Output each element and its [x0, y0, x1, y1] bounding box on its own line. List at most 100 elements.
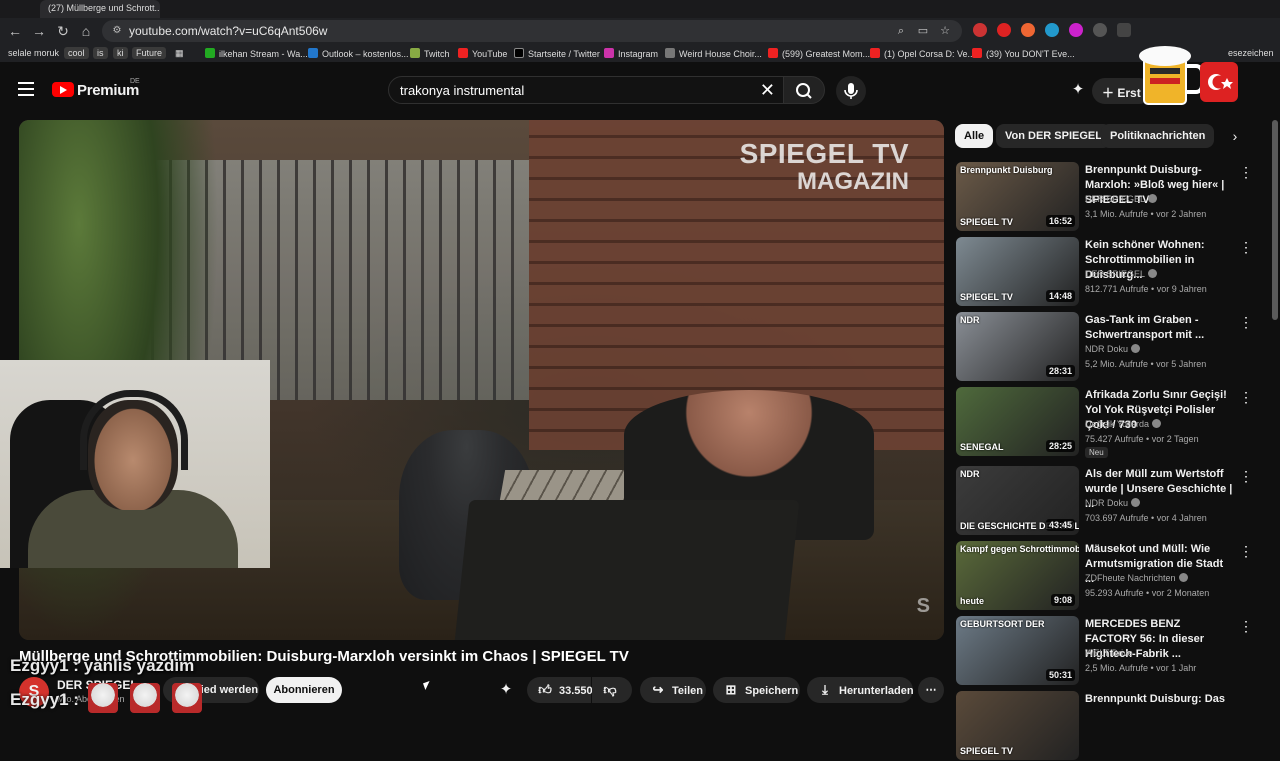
browser-tab[interactable]: (27) Müllberge und Schrott... [40, 0, 160, 18]
video-thumbnail[interactable]: SPIEGEL TV [956, 691, 1079, 760]
more-options-icon[interactable]: ⋮ [1239, 618, 1253, 634]
bookmark-item[interactable]: Instagram [604, 48, 658, 59]
video-duration: 50:31 [1045, 669, 1075, 681]
extension-icon[interactable] [1021, 23, 1035, 37]
zoom-icon[interactable]: ⌕ [894, 24, 908, 38]
extension-icon[interactable] [1045, 23, 1059, 37]
extension-icon[interactable] [973, 23, 987, 37]
bookmark-item[interactable]: is [93, 47, 108, 59]
chip-politics[interactable]: Politiknachrichten [1101, 124, 1215, 148]
home-icon[interactable]: ⌂ [77, 22, 95, 40]
outlook-icon [308, 48, 318, 58]
bookmark-item[interactable]: (1) Opel Corsa D: Ve... [870, 48, 975, 59]
save-button[interactable]: ⊞ Speichern [713, 677, 800, 703]
video-thumbnail[interactable]: NDR 28:31 [956, 312, 1079, 381]
extension-icon[interactable] [997, 23, 1011, 37]
extension-icon[interactable] [1069, 23, 1083, 37]
recommendation-item[interactable]: Kampf gegen Schrottimmobilien und Sozial… [956, 541, 1256, 611]
bookmark-item[interactable]: (599) Greatest Mom... [768, 48, 870, 59]
bookmark-item[interactable]: cool [64, 47, 89, 59]
forward-icon[interactable]: → [30, 22, 48, 40]
recommendation-item[interactable]: SENEGAL 28:25 Afrikada Zorlu Sınır Geçişi!… [956, 387, 1256, 458]
thumbnail-label: SPIEGEL TV [960, 746, 1013, 756]
more-options-icon[interactable]: ⋮ [1239, 543, 1253, 559]
more-options-icon[interactable]: ⋮ [1239, 314, 1253, 330]
video-thumbnail[interactable]: GEBURTSORT DER 50:31 [956, 616, 1079, 685]
recommendation-item[interactable]: NDR 28:31 Gas-Tank im Graben - Schwertrans… [956, 312, 1256, 382]
chip-all[interactable]: Alle [955, 124, 994, 148]
recommendation-item[interactable]: Brennpunkt Duisburg SPIEGEL TV 16:52 Brennp… [956, 162, 1256, 232]
sparkle-icon[interactable]: ✦ [497, 681, 515, 699]
bookmark-item[interactable]: Outlook – kostenlos... [308, 48, 409, 59]
bookmark-item[interactable]: selale moruk [8, 48, 59, 58]
thumbs-up-icon: 👍︎ [538, 682, 552, 697]
video-thumbnail[interactable]: SPIEGEL TV 14:48 [956, 237, 1079, 306]
cat-emote-icon [130, 683, 160, 713]
thumbnail-top-text: NDR [960, 469, 980, 479]
more-options-icon[interactable]: ⋮ [1239, 468, 1253, 484]
video-thumbnail[interactable]: Brennpunkt Duisburg SPIEGEL TV 16:52 [956, 162, 1079, 231]
bookmark-star-icon[interactable]: ☆ [938, 24, 952, 38]
spiegel-corner-mark: S [916, 595, 930, 617]
chip-from-channel[interactable]: Von DER SPIEGEL [996, 124, 1111, 148]
recommendation-channel[interactable]: NDR Doku [1085, 498, 1141, 508]
bookmark-item[interactable]: ki [113, 47, 128, 59]
scrollbar[interactable] [1272, 120, 1278, 320]
extension-icon[interactable] [1093, 23, 1107, 37]
bookmark-item[interactable]: (39) You DON'T Eve... [972, 48, 1075, 59]
youtube-icon [972, 48, 982, 58]
recommendation-item[interactable]: SPIEGEL TV 14:48 Kein schöner Wohnen: Schr… [956, 237, 1256, 307]
share-button[interactable]: ↪ Teilen [640, 677, 706, 703]
country-code: DE [130, 78, 140, 85]
recommendation-meta: 5,2 Mio. Aufrufe • vor 5 Jahren [1085, 359, 1207, 369]
menu-icon[interactable] [18, 82, 34, 96]
bookmark-item[interactable]: Weird House Choir... [665, 48, 762, 59]
recommendation-item[interactable]: GEBURTSORT DER 50:31 MERCEDES BENZ FACTORY… [956, 616, 1256, 686]
reload-icon[interactable]: ↻ [54, 22, 72, 40]
extensions-puzzle-icon[interactable] [1117, 23, 1131, 37]
voice-search-button[interactable] [836, 76, 866, 106]
more-options-icon[interactable]: ⋮ [1239, 389, 1253, 405]
bookmark-item[interactable]: Twitch [410, 48, 450, 59]
cast-icon[interactable]: ▭ [916, 24, 930, 38]
recommendation-channel[interactable]: NDR Doku [1085, 344, 1141, 354]
recommendation-item[interactable]: SPIEGEL TV Brennpunkt Duisburg: Das [956, 691, 1256, 761]
bookmark-item[interactable]: ilkehan Stream - Wa... [205, 48, 308, 59]
site-info-icon[interactable]: ⚙ [110, 24, 124, 38]
bookmark-item[interactable]: Future [132, 47, 167, 59]
video-thumbnail[interactable]: Kampf gegen Schrottimmobilien und Sozial… [956, 541, 1079, 610]
recommendation-channel[interactable]: DER SPIEGEL [1085, 269, 1158, 279]
recommendation-meta: 2,5 Mio. Aufrufe • vor 1 Jahr [1085, 663, 1197, 673]
recommendation-channel[interactable]: Değişik Yollarda [1085, 419, 1162, 429]
recommendation-channel[interactable]: ZDFheute Nachrichten [1085, 573, 1188, 583]
bookmark-item[interactable]: Startseite / Twitter [514, 48, 600, 59]
tab-strip: (27) Müllberge und Schrott... [0, 0, 1280, 18]
address-bar[interactable]: ⚙ youtube.com/watch?v=uC6qAnt506w ⌕ ▭ ☆ [102, 20, 962, 42]
recommendation-channel[interactable]: WELT Drive [1085, 648, 1133, 658]
apps-grid-icon[interactable]: ▦ [175, 48, 184, 59]
back-icon[interactable]: ← [6, 22, 24, 40]
recommendation-meta: 95.293 Aufrufe • vor 2 Monaten [1085, 588, 1210, 598]
verified-check-icon [1178, 573, 1188, 582]
download-button[interactable]: ⤓ Herunterladen [807, 677, 914, 703]
recommendation-title[interactable]: Brennpunkt Duisburg: Das [1085, 692, 1235, 707]
youtube-icon [870, 48, 880, 58]
more-options-icon[interactable]: ⋮ [1239, 164, 1253, 180]
save-icon: ⊞ [725, 682, 737, 697]
dislike-button[interactable]: 👎︎ [592, 677, 632, 703]
subscribe-button[interactable]: Abonnieren [266, 677, 342, 703]
video-thumbnail[interactable]: NDRDIE GESCHICHTE DER MÜLLABFUHR43:45 [956, 466, 1079, 535]
search-button[interactable] [783, 76, 825, 104]
bookmark-item[interactable]: YouTube [458, 48, 507, 59]
more-actions-icon[interactable]: ⋯ [918, 677, 944, 703]
more-options-icon[interactable]: ⋮ [1239, 239, 1253, 255]
recommendation-channel[interactable]: DER SPIEGEL [1085, 194, 1158, 204]
recommendation-title[interactable]: Gas-Tank im Graben - Schwertransport mit… [1085, 313, 1235, 343]
search-input[interactable]: trakonya instrumental ✕ [388, 76, 784, 104]
sparkle-icon[interactable]: ✦ [1068, 80, 1088, 100]
chevron-right-icon[interactable]: › [1223, 124, 1247, 148]
recommendation-item[interactable]: NDRDIE GESCHICHTE DER MÜLLABFUHR43:45Als… [956, 466, 1256, 536]
clear-search-icon[interactable]: ✕ [760, 80, 775, 101]
video-thumbnail[interactable]: SENEGAL 28:25 [956, 387, 1079, 456]
like-button[interactable]: 👍︎ 33.550 [527, 677, 593, 703]
